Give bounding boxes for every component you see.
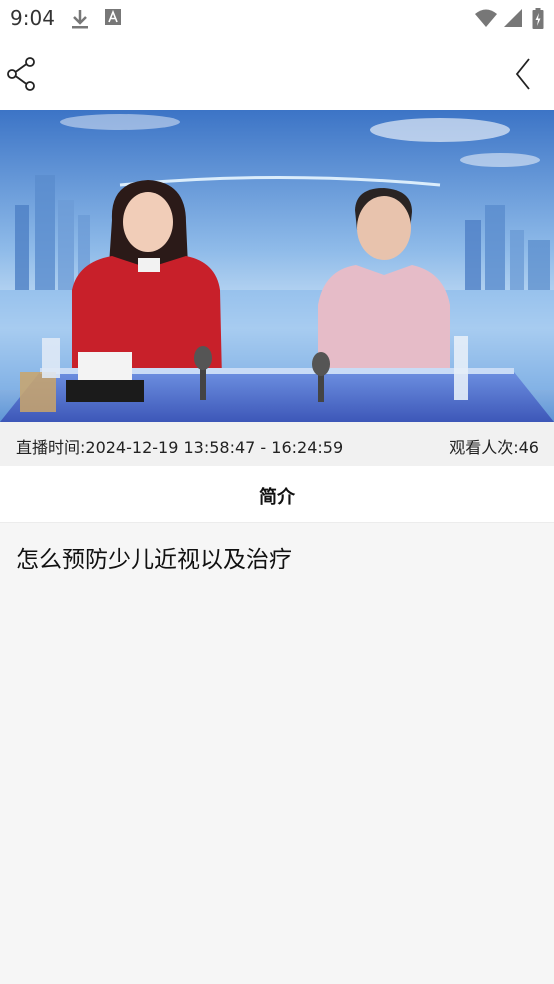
download-icon xyxy=(72,10,88,29)
share-button[interactable] xyxy=(6,56,38,92)
battery-charging-icon xyxy=(532,8,544,29)
status-time: 9:04 xyxy=(10,6,55,30)
back-button[interactable] xyxy=(514,56,534,92)
header xyxy=(0,38,554,110)
status-bar: 9:04 xyxy=(0,0,554,38)
live-info-bar: 直播时间:2024-12-19 13:58:47 - 16:24:59 观看人次… xyxy=(0,422,554,466)
keyboard-a-icon xyxy=(105,9,121,25)
video-player[interactable] xyxy=(0,110,554,422)
chevron-left-icon xyxy=(515,58,530,90)
video-frame xyxy=(0,110,554,422)
live-time-text: 直播时间:2024-12-19 13:58:47 - 16:24:59 xyxy=(16,438,344,457)
share-icon xyxy=(7,57,35,91)
tab-intro[interactable]: 简介 xyxy=(0,483,554,509)
wifi-icon xyxy=(475,9,497,27)
view-count-text: 观看人次:46 xyxy=(449,438,539,457)
signal-icon xyxy=(504,9,522,27)
program-description: 怎么预防少儿近视以及治疗 xyxy=(16,547,292,573)
tab-bar: 简介 xyxy=(0,466,554,523)
